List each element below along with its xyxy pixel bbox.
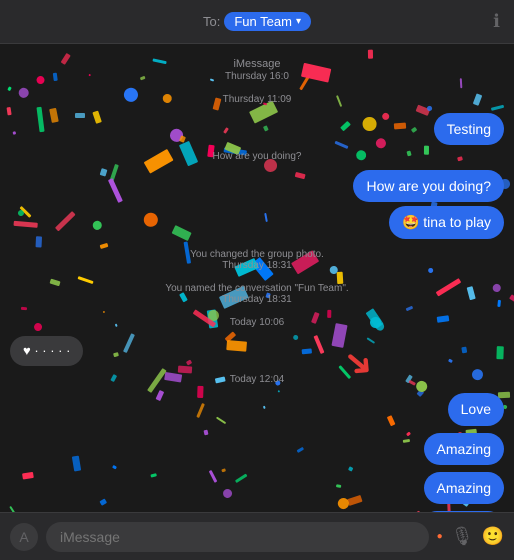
bottom-icons: ● 🎙 🙂 bbox=[437, 526, 504, 547]
chevron-down-icon: ▾ bbox=[296, 16, 301, 27]
message-row-amazing2: Amazing bbox=[10, 472, 504, 504]
recipient-pill[interactable]: Fun Team ▾ bbox=[224, 12, 311, 31]
message-row-tina: 🤩 tina to play bbox=[10, 206, 504, 238]
messages-overlay: iMessageThursday 16:0 Thursday 11:09 Tes… bbox=[0, 44, 514, 512]
bubble-tapback: ♥ · · · · · bbox=[10, 336, 83, 367]
bubble-amazing1: Amazing bbox=[424, 433, 504, 465]
system-changed-photo: You changed the group photo.Thursday 18:… bbox=[10, 249, 504, 271]
message-row-love: Love bbox=[10, 393, 504, 425]
bubble-how-are-you: How are you doing? bbox=[353, 170, 504, 202]
message-row-how-are-you: How are you doing? bbox=[10, 170, 504, 202]
bottom-bar: A ● 🎙 🙂 bbox=[0, 512, 514, 560]
to-label: To: bbox=[203, 14, 220, 29]
app-button[interactable]: A bbox=[10, 523, 38, 551]
system-label-imessage: iMessageThursday 16:0 bbox=[10, 58, 504, 82]
message-row-tapback: ♥ · · · · · bbox=[10, 336, 504, 367]
system-label-today-early: How are you doing? bbox=[10, 151, 504, 162]
messages-bottom: Love Amazing Amazing Congrats bbox=[10, 391, 504, 512]
dot-indicator: ● bbox=[437, 531, 443, 542]
message-row-amazing1: Amazing bbox=[10, 433, 504, 465]
system-named-conversation: You named the conversation "Fun Team".Th… bbox=[10, 283, 504, 305]
message-row-testing: Testing bbox=[10, 113, 504, 145]
info-icon[interactable]: ℹ bbox=[493, 11, 500, 32]
header: To: Fun Team ▾ ℹ bbox=[0, 0, 514, 44]
recipient-name: Fun Team bbox=[234, 14, 292, 29]
bubble-testing: Testing bbox=[434, 113, 504, 145]
message-input[interactable] bbox=[46, 522, 429, 552]
emoji-icon[interactable]: 🙂 bbox=[482, 526, 504, 547]
chat-area: iMessageThursday 16:0 Thursday 11:09 Tes… bbox=[0, 44, 514, 512]
bubble-love: Love bbox=[448, 393, 504, 425]
audio-icon[interactable]: 🎙 bbox=[451, 526, 474, 547]
system-today-1204: Today 12:04 bbox=[10, 374, 504, 385]
bubble-amazing2: Amazing bbox=[424, 472, 504, 504]
system-today-1006: Today 10:06 bbox=[10, 317, 504, 328]
system-label-thursday: Thursday 11:09 bbox=[10, 94, 504, 105]
bubble-tina: 🤩 tina to play bbox=[389, 206, 504, 238]
app-window: To: Fun Team ▾ ℹ iMessageThursday 16:0 T… bbox=[0, 0, 514, 560]
